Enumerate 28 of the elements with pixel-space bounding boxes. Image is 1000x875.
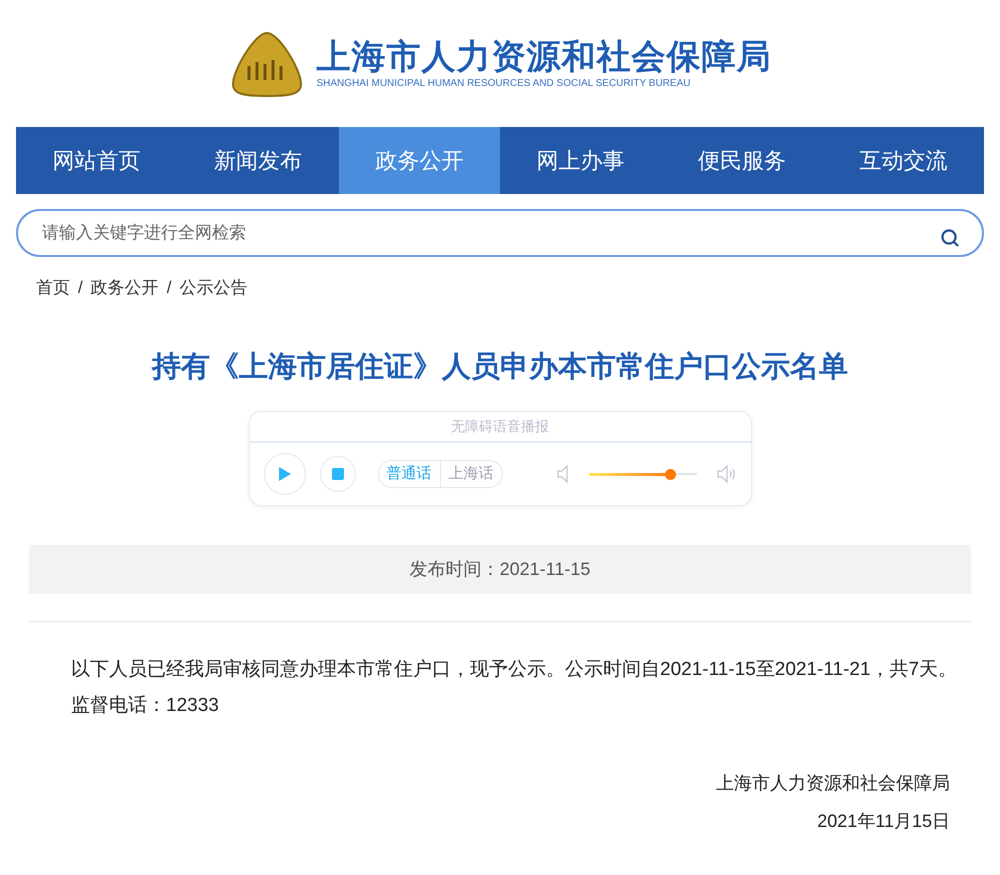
player-title: 无障碍语音播报: [451, 417, 549, 436]
breadcrumb-separator: /: [78, 277, 83, 299]
volume-low-icon[interactable]: [556, 465, 568, 483]
search-icon[interactable]: [940, 228, 960, 248]
search-field[interactable]: 请输入关键字进行全网检索: [16, 209, 984, 257]
nav-tab[interactable]: 网上办事: [500, 127, 662, 194]
stop-button[interactable]: [320, 456, 356, 492]
signature-line: 上海市人力资源和社会保障局: [716, 772, 950, 795]
nav-tab[interactable]: 网站首页: [16, 127, 178, 194]
volume-high-icon[interactable]: [716, 465, 736, 483]
stop-icon: [332, 468, 344, 480]
breadcrumb-link[interactable]: 公示公告: [179, 275, 248, 300]
signature-line: 2021年11月15日: [817, 810, 950, 833]
nav-tab[interactable]: 便民服务: [661, 127, 823, 194]
article-paragraph: 以下人员已经我局审核同意办理本市常住户口，现予公示。公示时间自2021-11-15至2021-11-21，共7天。: [70, 658, 958, 682]
play-button[interactable]: [264, 453, 306, 495]
volume-slider[interactable]: [588, 467, 696, 481]
nav-tab[interactable]: 新闻发布: [177, 127, 339, 194]
play-icon: [278, 466, 292, 482]
article-title: 持有《上海市居住证》人员申办本市常住户口公示名单: [150, 350, 849, 384]
site-title: 上海市人力资源和社会保障局: [316, 36, 772, 76]
breadcrumb-link[interactable]: 政务公开: [90, 275, 159, 300]
publish-date: 发布时间：2021-11-15: [410, 558, 590, 581]
article-paragraph: 监督电话：12333: [70, 694, 220, 718]
breadcrumb-separator: /: [166, 277, 172, 299]
breadcrumb-link[interactable]: 首页: [36, 275, 70, 300]
site-subtitle: SHANGHAI MUNICIPAL HUMAN RESOURCES AND SOCIAL SECURITY BUREAU: [316, 76, 692, 90]
nav-tab[interactable]: 互动交流: [822, 127, 984, 194]
